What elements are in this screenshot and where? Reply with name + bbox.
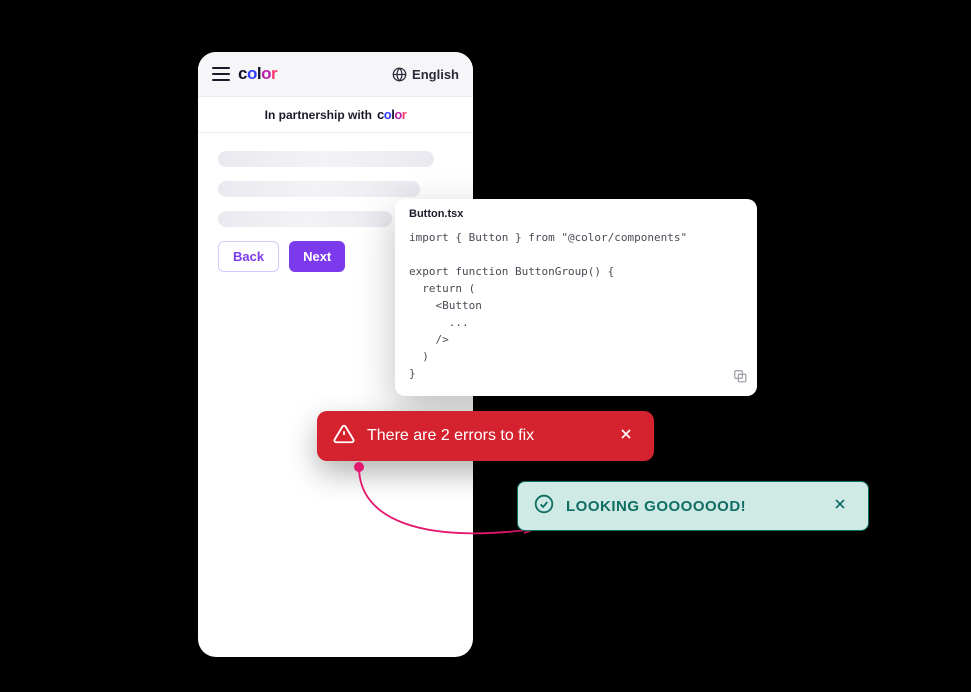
header-left: color [212,64,277,84]
warning-icon [333,423,355,450]
partnership-banner: In partnership with color [198,96,473,133]
code-body: import { Button } from "@color/component… [395,223,757,396]
skeleton-line [218,211,392,227]
partnership-text: In partnership with [265,108,372,122]
code-snippet-card: Button.tsx import { Button } from "@colo… [395,199,757,396]
color-logo-small: color [377,107,406,122]
skeleton-line [218,181,420,197]
next-button[interactable]: Next [289,241,345,272]
error-message: There are 2 errors to fix [367,427,614,445]
app-header: color English [198,52,473,96]
copy-icon[interactable] [733,369,747,388]
close-icon[interactable] [614,422,638,451]
check-circle-icon [534,494,554,519]
close-icon[interactable] [828,492,852,521]
skeleton-line [218,151,434,167]
color-logo: color [238,64,277,84]
language-label: English [412,67,459,82]
error-toast: There are 2 errors to fix [317,411,654,461]
globe-icon [392,67,407,82]
back-button[interactable]: Back [218,241,279,272]
language-selector[interactable]: English [392,67,459,82]
success-message: LOOKING GOOOOOOD! [566,498,828,515]
menu-icon[interactable] [212,67,230,81]
code-filename: Button.tsx [395,199,757,223]
arrow-origin-dot [354,462,364,472]
success-toast: LOOKING GOOOOOOD! [517,481,869,531]
